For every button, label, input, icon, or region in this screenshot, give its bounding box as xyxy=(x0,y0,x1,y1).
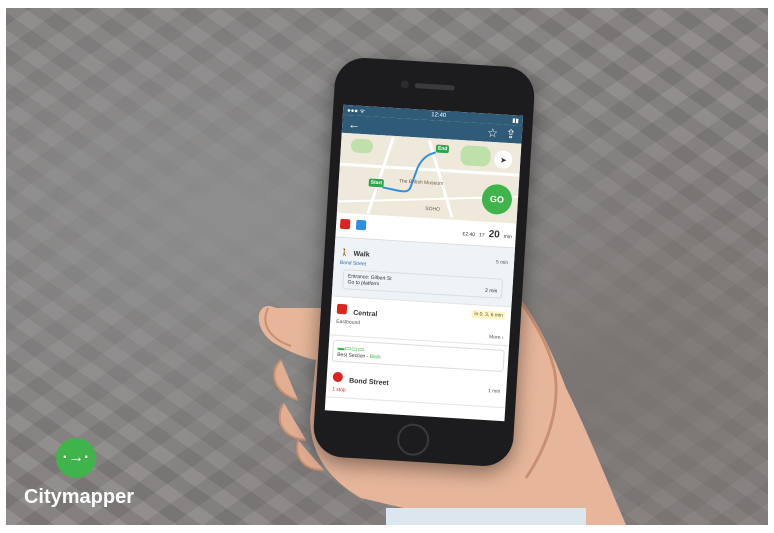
back-arrow-icon[interactable]: ← xyxy=(348,117,361,132)
start-pin[interactable]: Start xyxy=(368,178,385,188)
platform-time: 2 min xyxy=(484,287,498,295)
tube-roundel-icon xyxy=(336,303,348,315)
brand-name: Citymapper xyxy=(23,486,135,508)
phone: ●●● ᯤ 12:40 ▮▮ ← ☆ ⇪ The British Museum … xyxy=(311,56,537,468)
phone-screen: ●●● ᯤ 12:40 ▮▮ ← ☆ ⇪ The British Museum … xyxy=(324,104,524,422)
arrow-right-icon: ·→· xyxy=(56,438,96,478)
route-price: £2.40 xyxy=(462,230,476,238)
route-duration-unit: min xyxy=(503,233,512,240)
signal-icon: ●●● ᯤ xyxy=(346,108,366,116)
rail-icon xyxy=(356,219,367,231)
bond-street-title: Bond Street xyxy=(348,377,389,388)
walk-title: Walk xyxy=(353,250,370,259)
central-title: Central xyxy=(352,309,378,319)
best-section-label: Best Section xyxy=(336,351,366,360)
bond-street-step[interactable]: Bond Street 1 stop 1 min xyxy=(325,364,508,409)
route-map[interactable]: The British Museum SOHO Start End ➤ GO xyxy=(336,132,522,224)
map-label-soho: SOHO xyxy=(425,205,441,213)
walk-time: 5 min xyxy=(495,259,509,267)
stop-count: 1 stop xyxy=(331,386,346,394)
battery-icon: ▮▮ xyxy=(512,117,519,125)
star-icon[interactable]: ☆ xyxy=(487,126,499,141)
share-icon[interactable]: ⇪ xyxy=(505,127,516,142)
best-section-position: Back xyxy=(369,353,381,361)
end-pin[interactable]: End xyxy=(435,144,450,154)
bond-street-time: 1 min xyxy=(487,388,501,395)
route-duration: 20 xyxy=(488,228,501,241)
tube-icon xyxy=(339,218,351,230)
more-link[interactable]: More xyxy=(489,334,501,341)
photo-background: ●●● ᯤ 12:40 ▮▮ ← ☆ ⇪ The British Museum … xyxy=(6,8,768,525)
platform-label: Go to platform xyxy=(347,279,380,288)
tube-roundel-icon xyxy=(332,371,344,383)
departures-badge: in 0, 3, 6 min xyxy=(472,310,506,321)
citymapper-logo: ·→· Citymapper xyxy=(20,436,138,516)
status-time: 12:40 xyxy=(430,112,447,120)
walk-step[interactable]: 🚶 Walk 5 min Bond Street Entrance: Gilbe… xyxy=(331,237,515,308)
walking-person-icon: 🚶 xyxy=(340,249,350,258)
route-calories: 17 xyxy=(478,231,485,239)
